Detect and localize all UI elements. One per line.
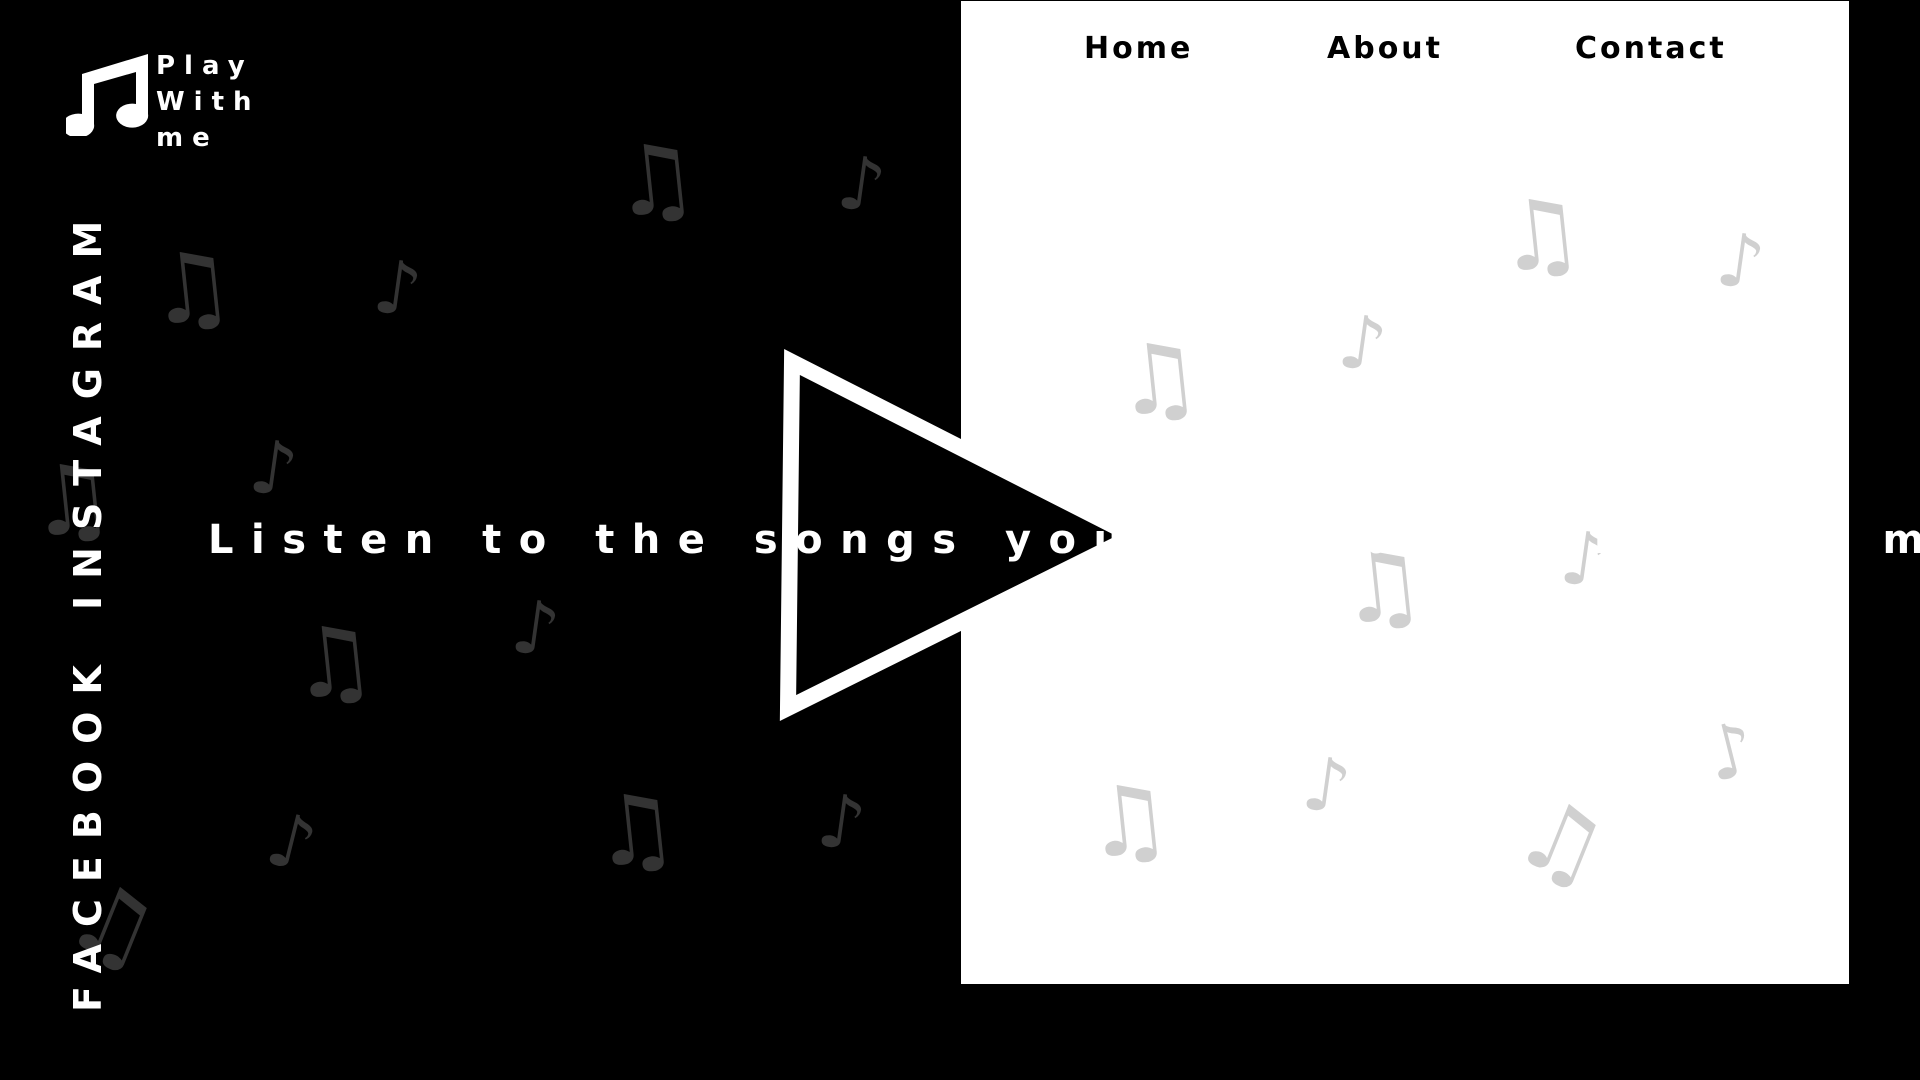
landing-page: ♫ ♪ ♫ ♪ ♪ ♫ ♫ ♪ ♫ ♪ ♪ ♫ ♫ ♪ ♫ ♪ ♫ ♪ ♫ ♪ … bbox=[0, 0, 1920, 1080]
music-note-icon: ♪ bbox=[812, 777, 871, 869]
music-note-icon: ♫ bbox=[142, 227, 240, 349]
instagram-link[interactable]: INSTAGRAM bbox=[66, 204, 110, 610]
nav-about-link[interactable]: About bbox=[1327, 31, 1443, 75]
music-note-icon: ♪ bbox=[244, 423, 303, 515]
brand-line: me bbox=[156, 123, 219, 153]
facebook-link[interactable]: FACEBOOK bbox=[66, 648, 110, 1012]
music-notes-icon[interactable] bbox=[66, 52, 156, 136]
music-note-icon: ♪ bbox=[1711, 216, 1770, 308]
music-note-icon: ♫ bbox=[1501, 772, 1623, 910]
music-note-icon: ♪ bbox=[1297, 740, 1356, 832]
hero-tagline: Listen to the songs you love and million… bbox=[208, 517, 1920, 563]
brand-line: With bbox=[156, 87, 261, 117]
music-note-icon: ♪ bbox=[506, 583, 565, 675]
music-note-icon: ♪ bbox=[832, 139, 891, 231]
music-note-icon: ♫ bbox=[1079, 760, 1177, 882]
music-note-icon: ♫ bbox=[284, 601, 382, 723]
music-note-icon: ♫ bbox=[586, 769, 684, 891]
music-note-icon: ♪ bbox=[1333, 298, 1392, 390]
music-note-icon: ♪ bbox=[1697, 704, 1764, 800]
music-note-icon: ♫ bbox=[1491, 174, 1589, 296]
brand-line: Play bbox=[156, 51, 254, 81]
music-note-icon: ♫ bbox=[606, 119, 704, 241]
brand-name[interactable]: Play With me bbox=[156, 48, 261, 156]
nav-home-link[interactable]: Home bbox=[1084, 31, 1193, 75]
nav-contact-link[interactable]: Contact bbox=[1575, 31, 1727, 75]
music-note-icon: ♪ bbox=[368, 243, 427, 335]
music-note-icon: ♪ bbox=[258, 795, 325, 891]
